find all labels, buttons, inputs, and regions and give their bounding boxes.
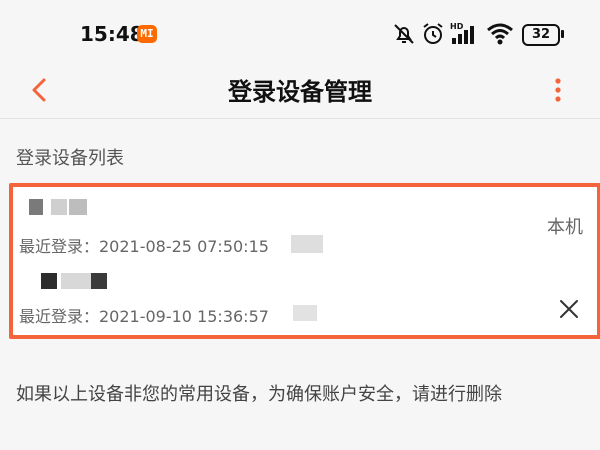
hd-signal-icon: HD xyxy=(450,22,474,44)
status-time: 15:48 xyxy=(80,22,144,46)
remove-device-button[interactable] xyxy=(557,297,581,321)
more-button[interactable] xyxy=(548,70,568,110)
device-item-other[interactable]: 最近登录：2021-09-10 15:36:57 xyxy=(13,261,597,335)
mi-badge-icon: MI xyxy=(137,25,157,43)
device-list: 最近登录：2021-08-25 07:50:15 本机 最近登录：2021-09… xyxy=(9,183,600,339)
device-name-redacted xyxy=(21,193,161,215)
device-item-current[interactable]: 最近登录：2021-08-25 07:50:15 本机 xyxy=(13,187,597,261)
current-device-badge: 本机 xyxy=(547,217,583,238)
page-title: 登录设备管理 xyxy=(228,78,372,106)
device-last-login: 最近登录：2021-08-25 07:50:15 xyxy=(19,237,269,256)
security-hint: 如果以上设备非您的常用设备，为确保账户安全，请进行删除 xyxy=(16,384,502,405)
battery-level: 32 xyxy=(531,27,551,42)
status-bar: 15:48 MI HD 32 xyxy=(0,0,600,62)
app-header: 登录设备管理 xyxy=(0,62,600,119)
close-icon xyxy=(560,300,578,318)
svg-text:HD: HD xyxy=(450,22,464,31)
device-name-redacted xyxy=(21,267,161,289)
device-ip-redacted xyxy=(291,235,323,253)
wifi-icon xyxy=(487,23,513,45)
bell-muted-icon xyxy=(394,24,414,44)
alarm-icon xyxy=(423,23,443,44)
device-ip-redacted xyxy=(293,305,317,321)
battery-icon: 32 xyxy=(522,24,560,46)
device-last-login: 最近登录：2021-09-10 15:36:57 xyxy=(19,307,269,326)
section-label: 登录设备列表 xyxy=(16,148,124,169)
status-icons: HD 32 xyxy=(392,18,592,50)
more-vertical-icon xyxy=(555,78,561,102)
battery-cap xyxy=(561,30,564,38)
